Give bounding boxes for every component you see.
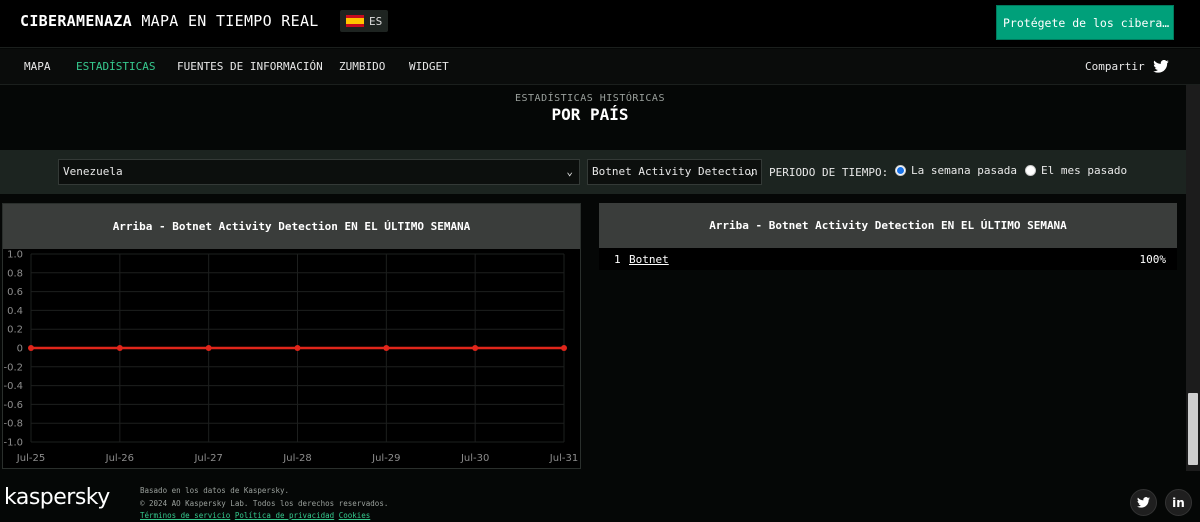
radio-unselected-icon[interactable]: [1025, 165, 1036, 176]
period-radio-month[interactable]: El mes pasado: [1025, 164, 1127, 177]
x-tick-label: Jul-29: [371, 453, 400, 464]
app-title-bold: CIBERAMENAZA: [20, 12, 132, 30]
language-code: ES: [369, 14, 383, 28]
data-point: [205, 345, 212, 351]
app-title[interactable]: CIBERAMENAZA MAPA EN TIEMPO REAL: [20, 12, 319, 30]
privacy-link[interactable]: Política de privacidad: [235, 511, 334, 520]
footer-twitter-button[interactable]: [1130, 489, 1157, 516]
ranking-name-link[interactable]: Botnet: [629, 253, 669, 266]
y-tick-label: -1.0: [3, 438, 23, 449]
footer-copyright: © 2024 AO Kaspersky Lab. Todos los derec…: [140, 499, 389, 508]
ranking-number: 1: [614, 253, 621, 266]
y-tick-label: -0.2: [3, 362, 23, 373]
line-chart-title: Arriba - Botnet Activity Detection EN EL…: [3, 204, 580, 249]
country-select[interactable]: Venezuela ⌄: [58, 159, 580, 185]
data-point: [383, 345, 390, 351]
y-tick-label: -0.6: [3, 400, 23, 411]
line-chart-panel: Arriba - Botnet Activity Detection EN EL…: [2, 203, 581, 469]
period-option-week: La semana pasada: [911, 164, 1017, 177]
scrollbar-thumb[interactable]: [1188, 393, 1198, 465]
share-label: Compartir: [1085, 60, 1145, 73]
app-title-rest: MAPA EN TIEMPO REAL: [131, 12, 319, 30]
language-selector[interactable]: ES: [340, 10, 389, 32]
y-tick-label: -0.4: [3, 381, 23, 392]
period-radio-week[interactable]: La semana pasada: [895, 164, 1017, 177]
nav-item-mapa[interactable]: MAPA: [24, 60, 51, 73]
share-button[interactable]: Compartir: [1085, 60, 1169, 73]
data-point: [561, 345, 567, 351]
ranking-title: Arriba - Botnet Activity Detection EN EL…: [599, 203, 1177, 248]
detection-select[interactable]: Botnet Activity Detection ⌄: [587, 159, 762, 185]
x-tick-label: Jul-31: [549, 453, 578, 464]
y-tick-label: -0.8: [3, 419, 23, 430]
data-point: [294, 345, 301, 351]
twitter-icon: [1137, 497, 1150, 508]
line-chart: 1.0 0.8 0.6 0.4 0.2 0 -0.2 -0.4 -0.6 -0.8 -1.0 Jul-…: [3, 250, 578, 465]
page-scrollbar[interactable]: [1186, 85, 1200, 471]
footer-links: Términos de servicio Política de privaci…: [140, 511, 370, 520]
y-tick-label: 0.8: [7, 268, 23, 279]
spain-flag-icon: [346, 15, 364, 27]
y-tick-label: 1.0: [7, 250, 23, 261]
y-tick-label: 0: [17, 344, 23, 355]
chevron-down-icon: ⌄: [748, 165, 755, 178]
data-point: [116, 345, 123, 351]
period-option-month: El mes pasado: [1041, 164, 1128, 177]
terms-link[interactable]: Términos de servicio: [140, 511, 230, 520]
kaspersky-logo[interactable]: kaspersky: [4, 485, 110, 510]
nav-item-widget[interactable]: WIDGET: [409, 60, 449, 73]
nav-item-estadisticas[interactable]: ESTADÍSTICAS: [76, 60, 155, 73]
x-tick-label: Jul-30: [460, 453, 489, 464]
linkedin-icon: in: [1172, 495, 1185, 510]
x-tick-label: Jul-28: [282, 453, 311, 464]
top-bar: CIBERAMENAZA MAPA EN TIEMPO REAL ES Prot…: [0, 0, 1200, 48]
x-tick-label: Jul-27: [193, 453, 222, 464]
radio-selected-icon[interactable]: [895, 165, 906, 176]
protect-button[interactable]: Protégete de los ciberataqu…: [996, 5, 1174, 40]
y-tick-label: 0.2: [7, 325, 23, 336]
y-tick-label: 0.4: [7, 306, 23, 317]
period-label: PERIODO DE TIEMPO:: [769, 166, 889, 179]
ranking-row: 1 Botnet 100%: [599, 249, 1175, 269]
data-point: [28, 345, 34, 351]
chevron-down-icon: ⌄: [566, 165, 573, 178]
main-nav: MAPA ESTADÍSTICAS FUENTES DE INFORMACIÓN…: [0, 49, 1200, 85]
ranking-value: 100%: [1139, 253, 1167, 266]
footer: kaspersky Basado en los datos de Kaspers…: [0, 478, 1200, 522]
ranking-panel: Arriba - Botnet Activity Detection EN EL…: [599, 203, 1177, 270]
data-point: [472, 345, 479, 351]
nav-item-fuentes[interactable]: FUENTES DE INFORMACIÓN: [177, 60, 323, 73]
detection-select-value: Botnet Activity Detection: [592, 165, 758, 178]
country-select-value: Venezuela: [63, 165, 123, 178]
x-tick-label: Jul-25: [16, 453, 45, 464]
section-title: POR PAÍS: [551, 105, 629, 124]
cookies-link[interactable]: Cookies: [339, 511, 371, 520]
filter-bar: Venezuela ⌄ Botnet Activity Detection ⌄ …: [0, 150, 1186, 194]
section-subtitle: ESTADÍSTICAS HISTÓRICAS: [515, 93, 665, 104]
footer-note: Basado en los datos de Kaspersky.: [140, 486, 290, 495]
nav-item-zumbido[interactable]: ZUMBIDO: [339, 60, 385, 73]
footer-linkedin-button[interactable]: in: [1165, 489, 1192, 516]
twitter-icon: [1152, 60, 1169, 73]
y-tick-label: 0.6: [7, 287, 23, 298]
x-tick-label: Jul-26: [105, 453, 134, 464]
